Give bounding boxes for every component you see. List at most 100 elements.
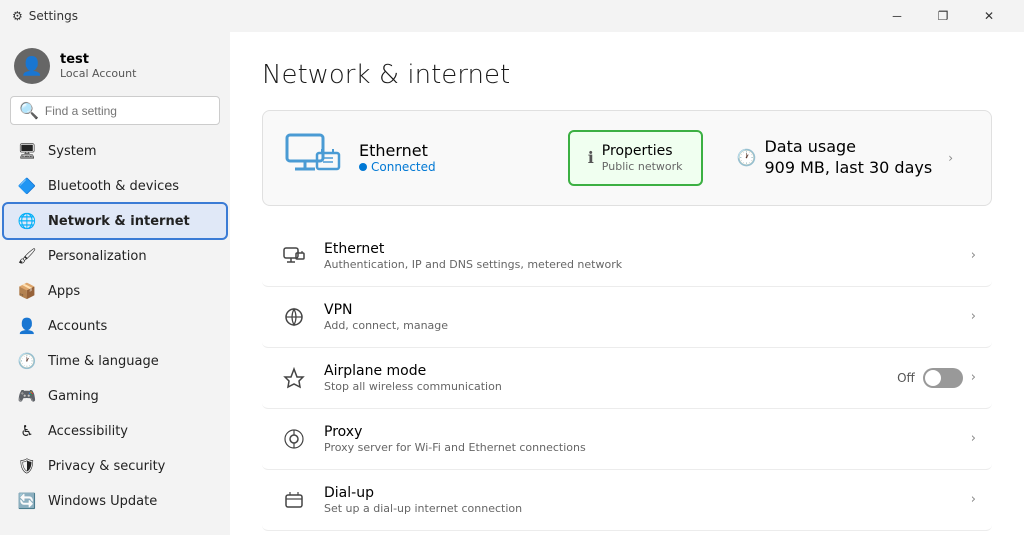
chevron-vpn: › (971, 309, 976, 324)
page-title: Network & internet (262, 60, 992, 90)
setting-right-proxy: › (971, 431, 976, 446)
setting-title-ethernet: Ethernet (324, 241, 971, 257)
setting-row-vpn[interactable]: VPN Add, connect, manage › (262, 287, 992, 348)
ethernet-banner: Ethernet Connected ℹ Properties Public n… (262, 110, 992, 206)
chevron-proxy: › (971, 431, 976, 446)
sidebar-item-time[interactable]: 🕐 Time & language (4, 344, 226, 378)
sidebar-item-privacy[interactable]: 🛡 Privacy & security (4, 449, 226, 483)
minimize-button[interactable]: ─ (874, 0, 920, 32)
sidebar-label-system: System (48, 144, 96, 159)
time-icon: 🕐 (18, 352, 36, 370)
maximize-button[interactable]: ❐ (920, 0, 966, 32)
sidebar-item-personalization[interactable]: 🖌 Personalization (4, 239, 226, 273)
main-content: Network & internet Ether (230, 32, 1024, 535)
sidebar-label-time: Time & language (48, 354, 159, 369)
setting-title-airplane: Airplane mode (324, 363, 897, 379)
setting-row-advanced[interactable]: Advanced network settings View all netwo… (262, 531, 992, 535)
sidebar-item-accounts[interactable]: 👤 Accounts (4, 309, 226, 343)
data-usage-text: Data usage 909 MB, last 30 days (764, 137, 932, 179)
sidebar-label-bluetooth: Bluetooth & devices (48, 179, 179, 194)
network-icon: 🌐 (18, 212, 36, 230)
close-button[interactable]: ✕ (966, 0, 1012, 32)
setting-icon-vpn (278, 301, 310, 333)
setting-icon-proxy (278, 423, 310, 455)
title-bar-label: Settings (29, 9, 78, 23)
data-usage-label: Data usage (764, 137, 932, 158)
chevron-airplane: › (971, 370, 976, 385)
user-sub: Local Account (60, 67, 136, 80)
setting-row-proxy[interactable]: Proxy Proxy server for Wi-Fi and Etherne… (262, 409, 992, 470)
avatar: 👤 (14, 48, 50, 84)
airplane-toggle-label: Off (897, 371, 915, 385)
settings-icon: ⚙ (12, 9, 23, 23)
setting-text-airplane: Airplane mode Stop all wireless communic… (324, 363, 897, 393)
bluetooth-icon: 🔷 (18, 177, 36, 195)
setting-row-dialup[interactable]: Dial-up Set up a dial-up internet connec… (262, 470, 992, 531)
setting-sub-airplane: Stop all wireless communication (324, 380, 897, 393)
sidebar-item-bluetooth[interactable]: 🔷 Bluetooth & devices (4, 169, 226, 203)
sidebar-label-update: Windows Update (48, 494, 157, 509)
chevron-dialup: › (971, 492, 976, 507)
search-input[interactable] (45, 104, 211, 118)
app-body: 👤 test Local Account 🔍 🖥 System 🔷 Blueto… (0, 32, 1024, 535)
accounts-icon: 👤 (18, 317, 36, 335)
setting-text-dialup: Dial-up Set up a dial-up internet connec… (324, 485, 971, 515)
data-usage-icon: 🕐 (737, 148, 757, 167)
setting-icon-airplane (278, 362, 310, 394)
sidebar-item-apps[interactable]: 📦 Apps (4, 274, 226, 308)
properties-text: Properties Public network (602, 142, 683, 174)
eth-status: Connected (359, 160, 552, 174)
properties-icon: ℹ (588, 148, 594, 167)
search-icon: 🔍 (19, 101, 39, 120)
apps-icon: 📦 (18, 282, 36, 300)
setting-text-proxy: Proxy Proxy server for Wi-Fi and Etherne… (324, 424, 971, 454)
setting-row-airplane[interactable]: Airplane mode Stop all wireless communic… (262, 348, 992, 409)
search-box[interactable]: 🔍 (10, 96, 220, 125)
sidebar-item-accessibility[interactable]: ♿ Accessibility (4, 414, 226, 448)
eth-title: Ethernet (359, 141, 552, 160)
sidebar-label-personalization: Personalization (48, 249, 147, 264)
data-usage-chevron: › (948, 151, 953, 165)
sidebar-label-gaming: Gaming (48, 389, 99, 404)
settings-list: Ethernet Authentication, IP and DNS sett… (262, 226, 992, 535)
sidebar-label-apps: Apps (48, 284, 80, 299)
setting-title-dialup: Dial-up (324, 485, 971, 501)
properties-sub: Public network (602, 160, 683, 174)
title-bar-left: ⚙ Settings (12, 9, 78, 23)
sidebar-label-accessibility: Accessibility (48, 424, 128, 439)
sidebar-user: 👤 test Local Account (0, 32, 230, 96)
data-usage-button[interactable]: 🕐 Data usage 909 MB, last 30 days › (719, 127, 971, 189)
sidebar-item-network[interactable]: 🌐 Network & internet (4, 204, 226, 238)
setting-sub-vpn: Add, connect, manage (324, 319, 971, 332)
update-icon: 🔄 (18, 492, 36, 510)
sidebar-nav: 🖥 System 🔷 Bluetooth & devices 🌐 Network… (0, 133, 230, 519)
setting-right-airplane: Off › (897, 368, 976, 388)
accessibility-icon: ♿ (18, 422, 36, 440)
setting-right-dialup: › (971, 492, 976, 507)
sidebar-item-update[interactable]: 🔄 Windows Update (4, 484, 226, 518)
sidebar-item-gaming[interactable]: 🎮 Gaming (4, 379, 226, 413)
ethernet-icon-block (283, 131, 343, 185)
setting-sub-proxy: Proxy server for Wi-Fi and Ethernet conn… (324, 441, 971, 454)
sidebar-label-privacy: Privacy & security (48, 459, 165, 474)
chevron-ethernet: › (971, 248, 976, 263)
eth-status-label: Connected (371, 160, 436, 174)
privacy-icon: 🛡 (18, 457, 36, 475)
setting-icon-dialup (278, 484, 310, 516)
toggle-knob (925, 370, 941, 386)
setting-right-ethernet: › (971, 248, 976, 263)
avatar-icon: 👤 (21, 56, 43, 77)
airplane-toggle[interactable] (923, 368, 963, 388)
setting-title-proxy: Proxy (324, 424, 971, 440)
title-bar: ⚙ Settings ─ ❐ ✕ (0, 0, 1024, 32)
title-bar-controls[interactable]: ─ ❐ ✕ (874, 0, 1012, 32)
properties-button[interactable]: ℹ Properties Public network (568, 130, 703, 186)
setting-right-vpn: › (971, 309, 976, 324)
setting-icon-ethernet (278, 240, 310, 272)
sidebar: 👤 test Local Account 🔍 🖥 System 🔷 Blueto… (0, 32, 230, 535)
sidebar-item-system[interactable]: 🖥 System (4, 134, 226, 168)
gaming-icon: 🎮 (18, 387, 36, 405)
properties-label: Properties (602, 142, 683, 160)
ethernet-info: Ethernet Connected (359, 141, 552, 174)
setting-row-ethernet[interactable]: Ethernet Authentication, IP and DNS sett… (262, 226, 992, 287)
